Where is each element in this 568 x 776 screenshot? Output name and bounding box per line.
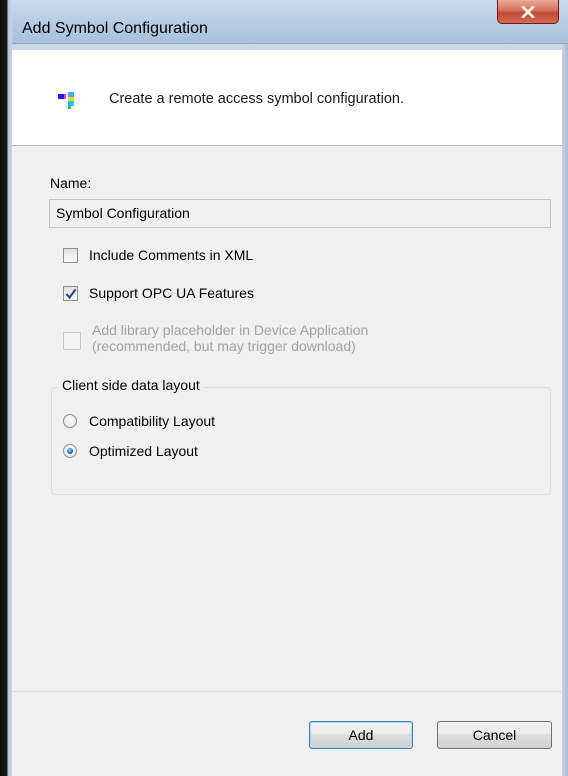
- include-comments-label: Include Comments in XML: [89, 247, 254, 263]
- window-right-border: [562, 44, 568, 776]
- support-opc-ua-label: Support OPC UA Features: [89, 285, 254, 301]
- close-icon: [521, 5, 535, 18]
- window-title: Add Symbol Configuration: [22, 20, 208, 37]
- checkmark-icon: [65, 288, 77, 300]
- library-placeholder-label: Add library placeholder in Device Applic…: [92, 322, 368, 354]
- window-left-border: [0, 0, 12, 776]
- layout-group-title: Client side data layout: [58, 377, 204, 393]
- include-comments-checkbox[interactable]: [63, 248, 78, 263]
- support-opc-ua-checkbox[interactable]: [63, 286, 78, 301]
- button-bar: Add Cancel: [12, 691, 562, 776]
- cancel-button[interactable]: Cancel: [437, 721, 552, 749]
- optimized-layout-label: Optimized Layout: [89, 443, 198, 459]
- add-button[interactable]: Add: [309, 721, 413, 749]
- library-placeholder-checkbox: [63, 332, 81, 350]
- compatibility-layout-label: Compatibility Layout: [89, 413, 216, 429]
- dialog-window: Add Symbol Configuration Create a remote…: [0, 0, 568, 776]
- name-label: Name:: [50, 175, 92, 191]
- library-placeholder-option: Add library placeholder in Device Applic…: [63, 322, 368, 354]
- optimized-layout-option[interactable]: Optimized Layout: [63, 443, 198, 459]
- header-description: Create a remote access symbol configurat…: [109, 91, 404, 107]
- library-placeholder-line1: Add library placeholder in Device Applic…: [92, 322, 369, 338]
- close-button[interactable]: [497, 0, 559, 24]
- symbol-configuration-icon: [58, 92, 74, 109]
- optimized-layout-radio[interactable]: [63, 444, 77, 458]
- form-panel: Name: Symbol Configuration Include Comme…: [12, 146, 562, 691]
- include-comments-option[interactable]: Include Comments in XML: [63, 247, 253, 263]
- compatibility-layout-radio[interactable]: [63, 414, 77, 428]
- compatibility-layout-option[interactable]: Compatibility Layout: [63, 413, 215, 429]
- header-panel: Create a remote access symbol configurat…: [12, 50, 562, 146]
- support-opc-ua-option[interactable]: Support OPC UA Features: [63, 285, 254, 301]
- layout-group-box: [51, 387, 551, 495]
- library-placeholder-line2: (recommended, but may trigger download): [92, 338, 356, 354]
- name-field[interactable]: Symbol Configuration: [49, 199, 551, 228]
- title-bar[interactable]: Add Symbol Configuration: [0, 0, 568, 44]
